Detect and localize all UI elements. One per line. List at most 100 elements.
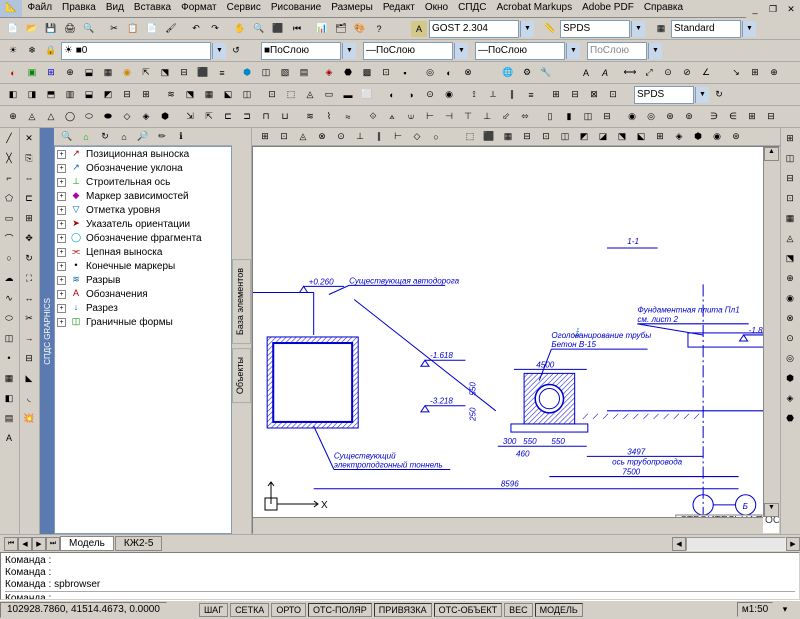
- spds-tool-icon[interactable]: ⬓: [80, 64, 98, 82]
- arc-icon[interactable]: ⌒: [0, 229, 18, 247]
- spds-scale-combo[interactable]: SPDS: [634, 86, 694, 104]
- tab-nav-next[interactable]: ▶: [32, 537, 46, 551]
- status-lwt[interactable]: ВЕС: [504, 603, 533, 617]
- spds-tool-icon[interactable]: ◈: [320, 64, 338, 82]
- spds-draw-icon[interactable]: ◇: [118, 108, 136, 126]
- combo-arrow-icon[interactable]: ▼: [454, 43, 468, 59]
- tree-item[interactable]: +↗Позиционная выноска: [55, 147, 231, 161]
- spds-tool-icon[interactable]: ▧: [276, 64, 294, 82]
- spds-tool-icon[interactable]: ⇱: [137, 64, 155, 82]
- print-icon[interactable]: 🖨: [61, 20, 79, 38]
- spds-ann-icon[interactable]: ◑: [402, 86, 420, 104]
- spds-tool-icon[interactable]: ▣: [23, 64, 41, 82]
- spds-draw-icon[interactable]: ◫: [579, 108, 597, 126]
- osnap-icon[interactable]: ◬: [294, 128, 312, 146]
- mirror-icon[interactable]: ⇔: [20, 169, 38, 187]
- menu-file[interactable]: Файл: [22, 0, 57, 17]
- layer-lock-icon[interactable]: 🔒: [42, 42, 60, 60]
- spds-ann-icon[interactable]: ⬕: [219, 86, 237, 104]
- spds-draw-icon[interactable]: ⊔: [276, 108, 294, 126]
- ellipse-icon[interactable]: ⬭: [0, 309, 18, 327]
- spds-ann-icon[interactable]: ≡: [522, 86, 540, 104]
- table-icon[interactable]: ▤: [0, 409, 18, 427]
- spds-tool-icon[interactable]: ⊟: [175, 64, 193, 82]
- combo-arrow-icon[interactable]: ▼: [520, 21, 534, 37]
- spds-draw-icon[interactable]: ⬬: [99, 108, 117, 126]
- view-icon[interactable]: ◉: [708, 128, 726, 146]
- spds-ann-icon[interactable]: ⊡: [604, 86, 622, 104]
- save-icon[interactable]: 💾: [42, 20, 60, 38]
- spds-draw-icon[interactable]: ⊟: [598, 108, 616, 126]
- spds-ann-icon[interactable]: ◩: [99, 86, 117, 104]
- new-icon[interactable]: 📄: [4, 20, 22, 38]
- dim-angular-icon[interactable]: ∠: [697, 64, 715, 82]
- spds-ann-icon[interactable]: ⊟: [118, 86, 136, 104]
- spline-icon[interactable]: ∿: [0, 289, 18, 307]
- spds-draw-icon[interactable]: ⬄: [516, 108, 534, 126]
- spds-ann-icon[interactable]: ◬: [301, 86, 319, 104]
- vertical-scrollbar[interactable]: ▲ ▼: [763, 147, 779, 517]
- spds-draw-icon[interactable]: ⊏: [219, 108, 237, 126]
- open-icon[interactable]: 📂: [23, 20, 41, 38]
- zoom-prev-icon[interactable]: ⏮: [288, 20, 306, 38]
- dim-style-combo[interactable]: SPDS: [560, 20, 630, 38]
- rtool-icon[interactable]: ◎: [781, 349, 799, 367]
- spds-ann-icon[interactable]: ≋: [162, 86, 180, 104]
- array-icon[interactable]: ⊞: [20, 209, 38, 227]
- scale-icon[interactable]: ⛶: [20, 269, 38, 287]
- layer-prev-icon[interactable]: ↺: [227, 42, 245, 60]
- osnap-icon[interactable]: ⊗: [313, 128, 331, 146]
- rtool-icon[interactable]: ⬢: [781, 369, 799, 387]
- spds-draw-icon[interactable]: ⟑: [383, 108, 401, 126]
- rtool-icon[interactable]: ⬣: [781, 409, 799, 427]
- spds-ann-icon[interactable]: ◉: [440, 86, 458, 104]
- hscroll-left[interactable]: ◀: [672, 537, 686, 551]
- spds-draw-icon[interactable]: ∋: [705, 108, 723, 126]
- spds-ann-icon[interactable]: ⬔: [181, 86, 199, 104]
- tab-nav-first[interactable]: ⏮: [4, 537, 18, 551]
- xline-icon[interactable]: ╳: [0, 149, 18, 167]
- spds-panel-grip[interactable]: СПДС GRAPHICS: [40, 128, 54, 534]
- osnap-icon[interactable]: ◇: [408, 128, 426, 146]
- menu-edit[interactable]: Правка: [57, 0, 101, 17]
- offset-icon[interactable]: ⊏: [20, 189, 38, 207]
- block-icon[interactable]: ◫: [0, 329, 18, 347]
- tree-search-icon[interactable]: 🔍: [58, 128, 76, 146]
- spds-tool-icon[interactable]: ◉: [118, 64, 136, 82]
- menu-adobepdf[interactable]: Adobe PDF: [577, 0, 639, 17]
- linetype-combo[interactable]: — ПоСлою: [363, 42, 453, 60]
- spds-ann-icon[interactable]: ⬚: [282, 86, 300, 104]
- osnap-icon[interactable]: ∥: [370, 128, 388, 146]
- preview-icon[interactable]: 🔍: [80, 20, 98, 38]
- tree-item[interactable]: +AОбозначения: [55, 287, 231, 301]
- rtool-icon[interactable]: ⊞: [781, 129, 799, 147]
- text-style-combo[interactable]: GOST 2.304: [429, 20, 519, 38]
- spds-draw-icon[interactable]: ⟐: [364, 108, 382, 126]
- tree-filter-icon[interactable]: ⌂: [77, 128, 95, 146]
- redo-icon[interactable]: ↷: [206, 20, 224, 38]
- spds-tool-icon[interactable]: ◫: [257, 64, 275, 82]
- spds-draw-icon[interactable]: ⬢: [156, 108, 174, 126]
- status-otrack[interactable]: ОТС-ОБЪЕКТ: [434, 603, 502, 617]
- spds-tool-icon[interactable]: 🔧: [537, 64, 555, 82]
- tree-edit-icon[interactable]: ✏: [153, 128, 171, 146]
- spds-tool-icon[interactable]: ⊡: [377, 64, 395, 82]
- spds-ann-icon[interactable]: ◐: [383, 86, 401, 104]
- tree-item[interactable]: +➤Указатель ориентации: [55, 217, 231, 231]
- leader-icon[interactable]: ↘: [727, 64, 745, 82]
- tree-item[interactable]: +◆Маркер зависимостей: [55, 189, 231, 203]
- chamfer-icon[interactable]: ◣: [20, 369, 38, 387]
- status-model[interactable]: МОДЕЛЬ: [535, 603, 583, 617]
- tolerance-icon[interactable]: ⊞: [746, 64, 764, 82]
- spds-tool-icon[interactable]: ⬔: [156, 64, 174, 82]
- region-icon[interactable]: ◧: [0, 389, 18, 407]
- zoom-rt-icon[interactable]: 🔍: [250, 20, 268, 38]
- move-icon[interactable]: ✥: [20, 229, 38, 247]
- help-icon[interactable]: ?: [370, 20, 388, 38]
- spds-draw-icon[interactable]: ◈: [137, 108, 155, 126]
- side-tab-objects[interactable]: Объекты: [232, 348, 251, 403]
- mtext-icon[interactable]: A: [0, 429, 18, 447]
- circle-icon[interactable]: ○: [0, 249, 18, 267]
- tree-item[interactable]: +⊥Строительная ось: [55, 175, 231, 189]
- tab-nav-prev[interactable]: ◀: [18, 537, 32, 551]
